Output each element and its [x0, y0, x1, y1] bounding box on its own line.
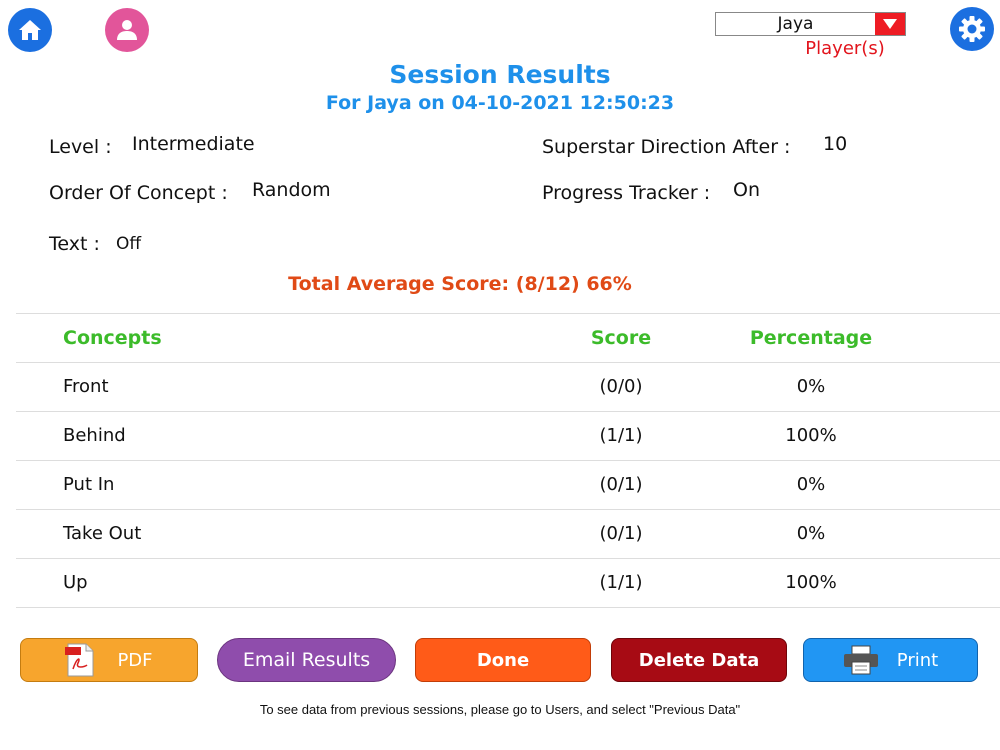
- score-cell: (1/1): [599, 425, 643, 446]
- percentage-cell: 0%: [796, 376, 826, 397]
- header-percentage: Percentage: [749, 327, 873, 349]
- header-concepts: Concepts: [63, 327, 162, 349]
- score-cell: (0/1): [599, 474, 643, 495]
- user-button[interactable]: [105, 8, 149, 52]
- players-label: Player(s): [805, 38, 885, 59]
- settings-button[interactable]: [950, 7, 994, 51]
- progress-tracker-value: On: [733, 179, 760, 201]
- progress-tracker-label: Progress Tracker :: [542, 182, 711, 204]
- order-value: Random: [252, 179, 331, 201]
- score-cell: (0/1): [599, 523, 643, 544]
- results-table[interactable]: Concepts Score Percentage Front (0/0) 0%…: [16, 313, 1000, 621]
- percentage-cell: 100%: [785, 572, 837, 593]
- total-average-score: Total Average Score: (8/12) 66%: [288, 273, 632, 295]
- table-row: Behind (1/1) 100%: [16, 412, 1000, 461]
- percentage-cell: 0%: [796, 474, 826, 495]
- printer-icon: [843, 645, 878, 675]
- concept-cell: Put In: [63, 474, 115, 495]
- dropdown-arrow-icon[interactable]: [875, 13, 905, 35]
- percentage-cell: 100%: [785, 425, 837, 446]
- done-button[interactable]: Done: [415, 638, 591, 682]
- home-button[interactable]: [8, 8, 52, 52]
- superstar-value: 10: [823, 133, 848, 155]
- order-label: Order Of Concept :: [49, 182, 228, 204]
- percentage-cell: 0%: [796, 523, 826, 544]
- done-label: Done: [476, 649, 530, 671]
- superstar-label: Superstar Direction After :: [542, 136, 791, 158]
- player-select-value: Jaya: [777, 14, 814, 34]
- user-icon: [117, 20, 137, 40]
- level-label: Level :: [49, 136, 112, 158]
- pdf-file-icon: [65, 643, 94, 677]
- home-icon: [19, 20, 41, 40]
- text-label: Text :: [49, 233, 100, 255]
- page-subtitle: For Jaya on 04-10-2021 12:50:23: [325, 92, 675, 114]
- gear-icon: [959, 16, 985, 42]
- text-value: Off: [116, 234, 142, 254]
- player-select[interactable]: Jaya: [715, 12, 906, 36]
- pdf-button-label: PDF: [117, 649, 153, 671]
- delete-data-label: Delete Data: [638, 649, 760, 671]
- level-value: Intermediate: [132, 133, 255, 155]
- page-title: Session Results: [389, 60, 611, 89]
- table-row: Front (0/0) 0%: [16, 363, 1000, 412]
- header-score: Score: [590, 327, 652, 349]
- footer-note: To see data from previous sessions, plea…: [259, 702, 741, 717]
- table-row: Up (1/1) 100%: [16, 559, 1000, 608]
- table-header-row: Concepts Score Percentage: [16, 314, 1000, 363]
- delete-data-button[interactable]: Delete Data: [611, 638, 787, 682]
- table-row: Take Out (0/1) 0%: [16, 510, 1000, 559]
- table-row: Put In (0/1) 0%: [16, 461, 1000, 510]
- concept-cell: Up: [63, 572, 88, 593]
- concept-cell: Front: [63, 376, 109, 397]
- email-results-label: Email Results: [242, 649, 371, 671]
- score-cell: (1/1): [599, 572, 643, 593]
- score-cell: (0/0): [599, 376, 643, 397]
- print-button[interactable]: Print: [803, 638, 978, 682]
- concept-cell: Take Out: [63, 523, 142, 544]
- email-results-button[interactable]: Email Results: [217, 638, 396, 682]
- pdf-button[interactable]: PDF: [20, 638, 198, 682]
- concept-cell: Behind: [63, 425, 126, 446]
- print-label: Print: [896, 649, 939, 671]
